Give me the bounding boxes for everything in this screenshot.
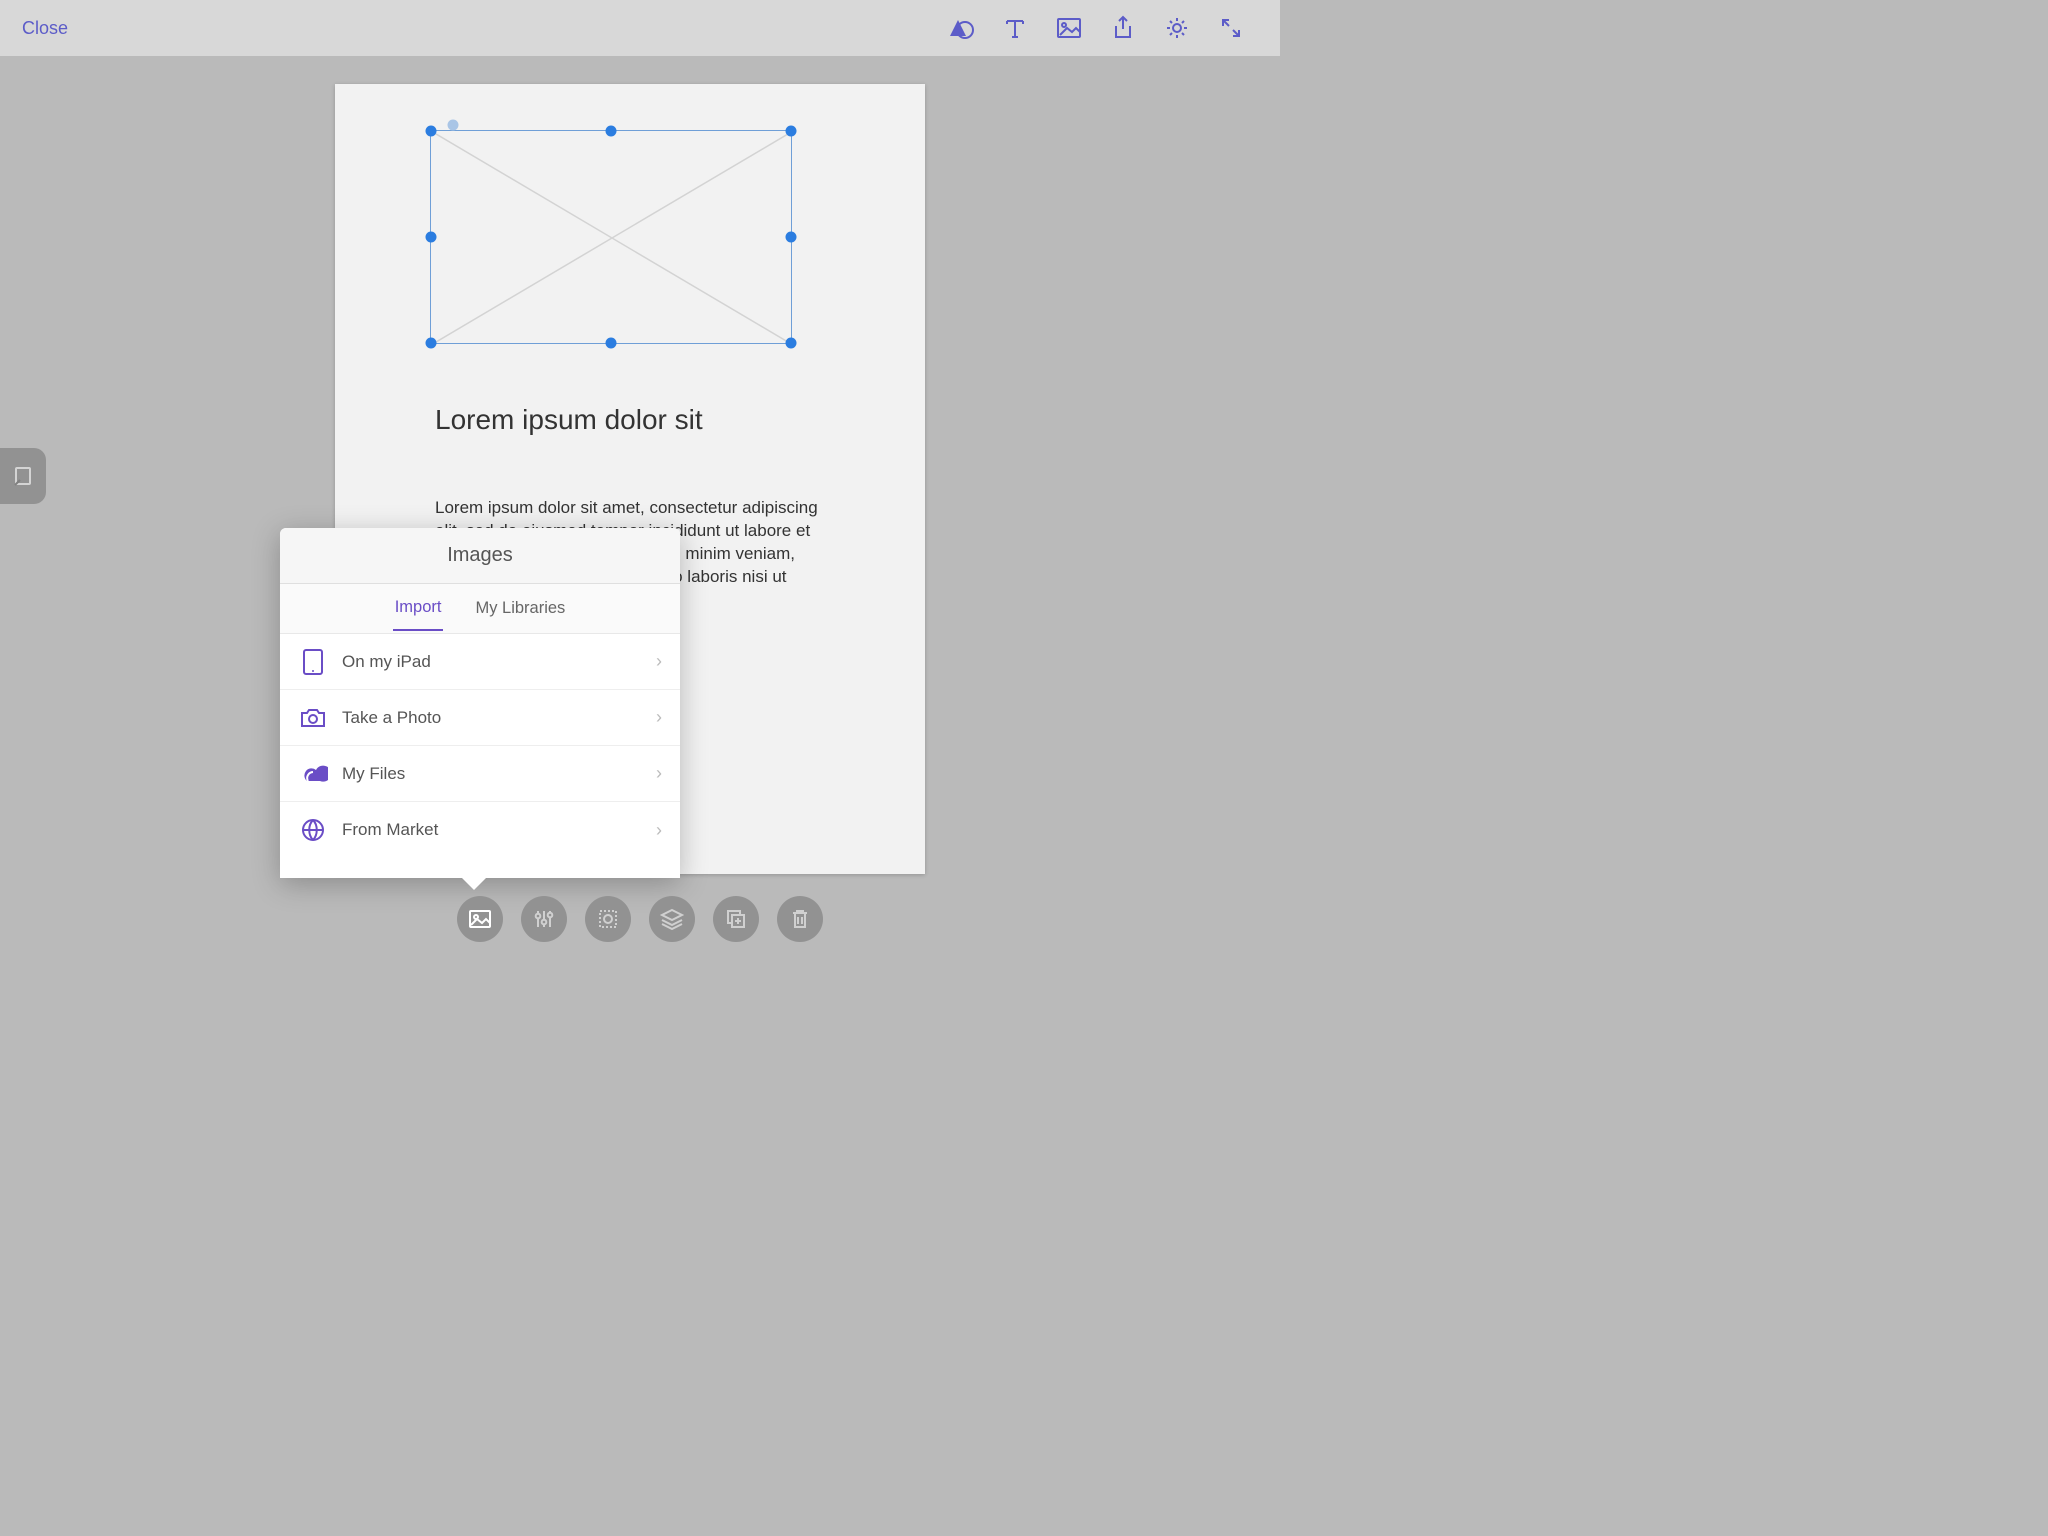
layers-button[interactable] — [649, 896, 695, 942]
import-my-files[interactable]: My Files › — [280, 746, 680, 802]
image-tool-icon[interactable] — [1042, 0, 1096, 56]
opacity-button[interactable] — [585, 896, 631, 942]
camera-icon — [298, 703, 328, 733]
delete-button[interactable] — [777, 896, 823, 942]
top-toolbar: Close — [0, 0, 1280, 56]
import-options-list: On my iPad › Take a Photo › My Files › F… — [280, 634, 680, 878]
import-from-market[interactable]: From Market › — [280, 802, 680, 858]
duplicate-button[interactable] — [713, 896, 759, 942]
selection-handle[interactable] — [426, 338, 437, 349]
import-on-my-ipad[interactable]: On my iPad › — [280, 634, 680, 690]
selection-handle[interactable] — [426, 126, 437, 137]
side-panel-tab[interactable] — [0, 448, 46, 504]
images-popover: Images Import My Libraries On my iPad › … — [280, 528, 680, 878]
shape-tool-icon[interactable] — [934, 0, 988, 56]
selection-handle[interactable] — [606, 126, 617, 137]
ipad-icon — [298, 647, 328, 677]
text-tool-icon[interactable] — [988, 0, 1042, 56]
image-placeholder[interactable] — [430, 130, 792, 344]
adjust-button[interactable] — [521, 896, 567, 942]
chevron-right-icon: › — [656, 763, 662, 784]
selection-handle[interactable] — [606, 338, 617, 349]
chevron-right-icon: › — [656, 651, 662, 672]
document-heading[interactable]: Lorem ipsum dolor sit — [435, 404, 703, 436]
share-icon[interactable] — [1096, 0, 1150, 56]
selection-handle[interactable] — [786, 126, 797, 137]
import-take-photo[interactable]: Take a Photo › — [280, 690, 680, 746]
popover-tabs: Import My Libraries — [280, 584, 680, 634]
selection-handle[interactable] — [786, 338, 797, 349]
rotation-handle[interactable] — [448, 120, 459, 131]
close-button[interactable]: Close — [22, 18, 68, 39]
fullscreen-icon[interactable] — [1204, 0, 1258, 56]
popover-title: Images — [280, 528, 680, 584]
image-button[interactable] — [457, 896, 503, 942]
globe-icon — [298, 815, 328, 845]
creative-cloud-icon — [298, 759, 328, 789]
list-item-label: My Files — [342, 764, 656, 784]
bottom-toolbar — [457, 896, 823, 942]
tab-my-libraries[interactable]: My Libraries — [473, 587, 567, 630]
selection-handle[interactable] — [786, 232, 797, 243]
selection-handle[interactable] — [426, 232, 437, 243]
list-item-label: On my iPad — [342, 652, 656, 672]
list-item-label: Take a Photo — [342, 708, 656, 728]
settings-icon[interactable] — [1150, 0, 1204, 56]
list-item-label: From Market — [342, 820, 656, 840]
chevron-right-icon: › — [656, 707, 662, 728]
chevron-right-icon: › — [656, 820, 662, 841]
tab-import[interactable]: Import — [393, 586, 444, 631]
